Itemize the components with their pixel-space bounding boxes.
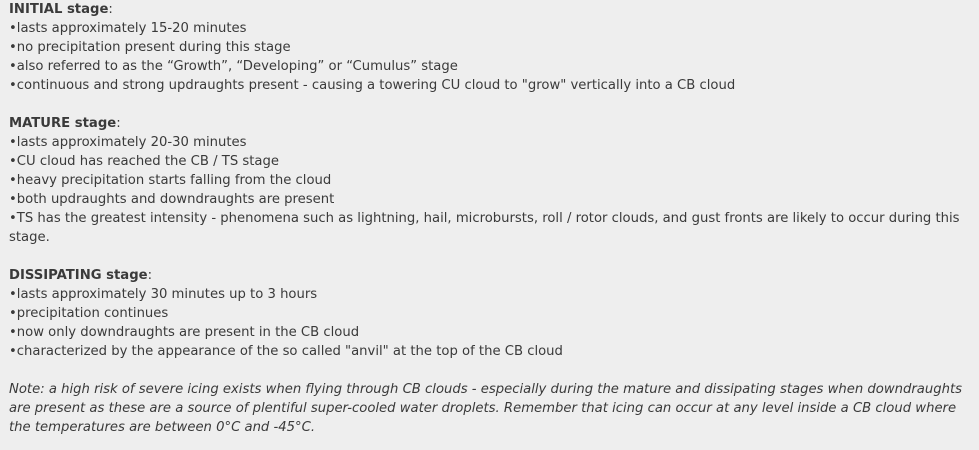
section-heading: MATURE stage: — [9, 114, 969, 133]
list-item: precipitation continues — [9, 304, 969, 323]
list-item: lasts approximately 20-30 minutes — [9, 133, 969, 152]
list-item: CU cloud has reached the CB / TS stage — [9, 152, 969, 171]
icing-note: Note: a high risk of severe icing exists… — [9, 382, 963, 435]
section-heading: INITIAL stage: — [9, 0, 969, 19]
list-item: both updraughts and downdraughts are pre… — [9, 190, 969, 209]
list-item: also referred to as the “Growth”, “Devel… — [9, 57, 969, 76]
list-item: TS has the greatest intensity - phenomen… — [9, 209, 969, 247]
section-title: INITIAL stage — [9, 2, 109, 17]
colon: : — [147, 268, 153, 283]
section-dissipating: DISSIPATING stage: lasts approximately 3… — [9, 266, 969, 361]
list-item: now only downdraughts are present in the… — [9, 323, 969, 342]
list-item: continuous and strong updraughts present… — [9, 76, 969, 95]
colon: : — [108, 2, 113, 17]
list-item: heavy precipitation starts falling from … — [9, 171, 969, 190]
list-item: no precipitation present during this sta… — [9, 38, 969, 57]
section-title: MATURE stage — [9, 116, 117, 131]
list-item: characterized by the appearance of the s… — [9, 342, 969, 361]
section-heading: DISSIPATING stage: — [9, 266, 969, 285]
colon: : — [116, 116, 121, 131]
list-item: lasts approximately 15-20 minutes — [9, 19, 969, 38]
section-initial: INITIAL stage: lasts approximately 15-20… — [9, 0, 969, 95]
section-mature: MATURE stage: lasts approximately 20-30 … — [9, 114, 969, 247]
document-body: INITIAL stage: lasts approximately 15-20… — [0, 0, 978, 437]
list-item: lasts approximately 30 minutes up to 3 h… — [9, 285, 969, 304]
section-title: DISSIPATING stage — [9, 268, 148, 283]
